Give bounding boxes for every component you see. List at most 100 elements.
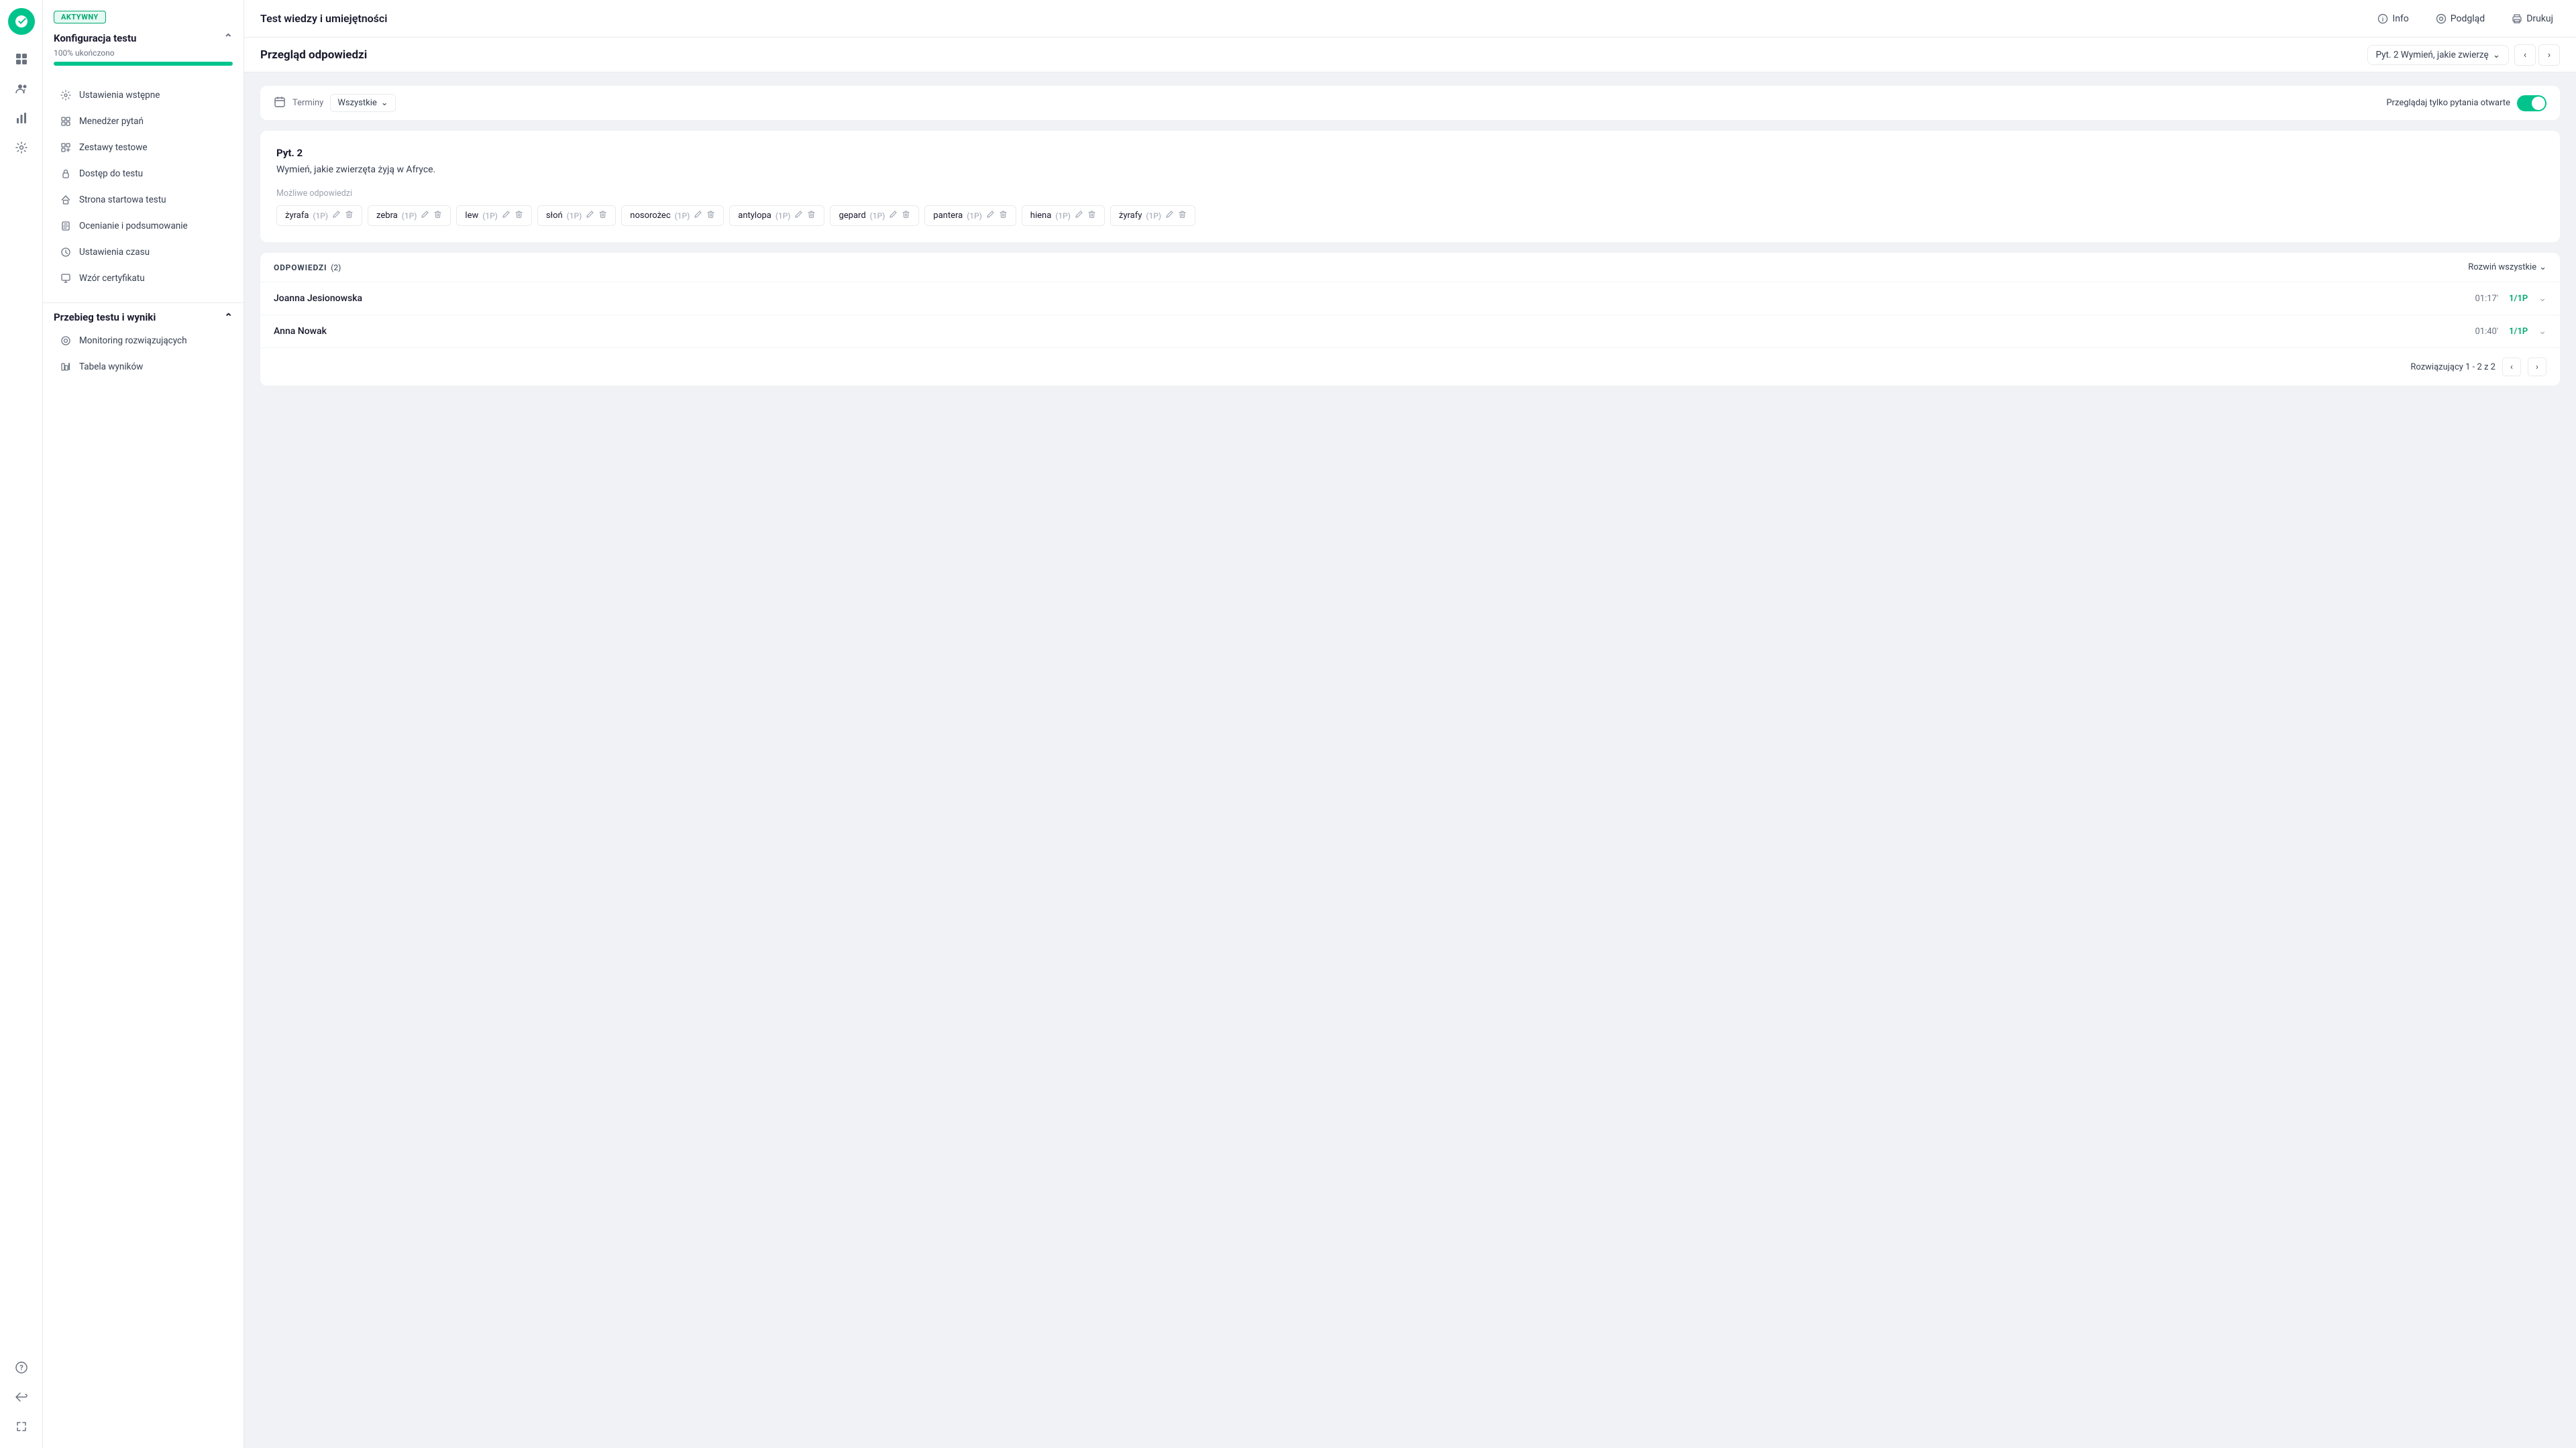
answer-chip: antylopa (1P) xyxy=(729,205,824,226)
grid-icon-btn[interactable] xyxy=(8,46,35,72)
delete-icon[interactable] xyxy=(807,210,816,221)
response-time: 01:17' xyxy=(2475,294,2498,304)
expand-all-label: Rozwiń wszystkie xyxy=(2468,262,2536,272)
filter-left: Terminy Wszystkie ⌄ xyxy=(274,94,396,112)
answer-points: (1P) xyxy=(775,211,791,221)
answer-points: (1P) xyxy=(1055,211,1071,221)
answer-points: (1P) xyxy=(402,211,417,221)
pagination-next-button[interactable]: › xyxy=(2528,357,2546,376)
question-nav-bar: Przegląd odpowiedzi Pyt. 2 Wymień, jakie… xyxy=(244,38,2576,72)
delete-icon[interactable] xyxy=(515,210,523,221)
expand-all-button[interactable]: Rozwiń wszystkie ⌄ xyxy=(2468,262,2546,272)
menedzer-icon xyxy=(59,115,72,128)
next-question-button[interactable]: › xyxy=(2538,44,2560,66)
delete-icon[interactable] xyxy=(1178,210,1187,221)
edit-icon[interactable] xyxy=(794,210,803,221)
analytics-icon-btn[interactable] xyxy=(8,105,35,131)
edit-icon[interactable] xyxy=(1075,210,1083,221)
config-nav: Ustawienia wstępne Menedżer pytań xyxy=(43,82,244,292)
answer-text: zebra xyxy=(376,211,398,221)
response-name: Joanna Jesionowska xyxy=(274,293,362,304)
progress-bar xyxy=(54,62,233,66)
header-actions: i Info Podgląd Drukuj xyxy=(2371,9,2560,28)
settings-icon-btn[interactable] xyxy=(8,134,35,161)
answer-chip: żyrafy (1P) xyxy=(1110,205,1195,226)
answer-text: żyrafa xyxy=(285,211,309,221)
edit-icon[interactable] xyxy=(502,210,511,221)
preview-button[interactable]: Podgląd xyxy=(2429,9,2491,28)
edit-icon[interactable] xyxy=(889,210,898,221)
edit-icon[interactable] xyxy=(694,210,702,221)
sidebar-item-ustawienia-wstepne[interactable]: Ustawienia wstępne xyxy=(48,82,238,108)
sidebar-item-monitoring[interactable]: Monitoring rozwiązujących xyxy=(48,328,238,353)
users-icon-btn[interactable] xyxy=(8,75,35,102)
question-dropdown[interactable]: Pyt. 2 Wymień, jakie zwierzę ⌄ xyxy=(2367,45,2510,65)
answer-points: (1P) xyxy=(870,211,885,221)
answer-chip: gepard (1P) xyxy=(830,205,919,226)
sidebar-item-certyfikat[interactable]: Wzór certyfikatu xyxy=(48,266,238,291)
sidebar-item-czas[interactable]: Ustawienia czasu xyxy=(48,239,238,265)
help-icon-btn[interactable]: ? xyxy=(8,1354,35,1381)
response-meta: 01:40' 1/1P ⌄ xyxy=(2475,326,2546,337)
sidebar-item-dostep[interactable]: Dostęp do testu xyxy=(48,161,238,186)
sidebar-item-ocenianie[interactable]: Ocenianie i podsumowanie xyxy=(48,213,238,239)
answer-points: (1P) xyxy=(675,211,690,221)
info-button[interactable]: i Info xyxy=(2371,9,2415,28)
results-chevron[interactable]: ⌃ xyxy=(224,311,233,323)
edit-icon[interactable] xyxy=(1165,210,1174,221)
question-dropdown-label: Pyt. 2 Wymień, jakie zwierzę xyxy=(2376,50,2489,60)
question-dropdown-chevron: ⌄ xyxy=(2493,50,2500,60)
filter-dropdown[interactable]: Wszystkie ⌄ xyxy=(330,94,395,112)
icon-bar: ? xyxy=(0,0,43,1448)
edit-icon[interactable] xyxy=(586,210,594,221)
edit-icon[interactable] xyxy=(986,210,995,221)
delete-icon[interactable] xyxy=(706,210,715,221)
results-section: Przebieg testu i wyniki ⌃ Monitoring roz… xyxy=(43,302,244,380)
config-chevron[interactable]: ⌃ xyxy=(224,32,233,44)
answer-points: (1P) xyxy=(313,211,328,221)
delete-icon[interactable] xyxy=(433,210,442,221)
response-score: 1/1P xyxy=(2509,327,2528,337)
response-row[interactable]: Anna Nowak 01:40' 1/1P ⌄ xyxy=(260,315,2560,347)
sidebar-item-zestawy-testowe[interactable]: Zestawy testowe xyxy=(48,135,238,160)
back-icon-btn[interactable] xyxy=(8,1384,35,1410)
edit-icon[interactable] xyxy=(332,210,341,221)
row-chevron-icon: ⌄ xyxy=(2538,326,2546,337)
nav-label-monitoring: Monitoring rozwiązujących xyxy=(79,335,187,346)
response-time: 01:40' xyxy=(2475,327,2498,337)
prev-question-button[interactable]: ‹ xyxy=(2514,44,2536,66)
sidebar-item-strona-startowa[interactable]: Strona startowa testu xyxy=(48,187,238,213)
answer-text: lew xyxy=(465,211,478,221)
delete-icon[interactable] xyxy=(902,210,910,221)
possible-answers-label: Możliwe odpowiedzi xyxy=(276,188,2544,199)
response-score: 1/1P xyxy=(2509,294,2528,304)
answer-points: (1P) xyxy=(967,211,982,221)
dostep-icon xyxy=(59,167,72,180)
app-title: Test wiedzy i umiejętności xyxy=(260,12,387,25)
pagination-prev-button[interactable]: ‹ xyxy=(2502,357,2521,376)
edit-icon[interactable] xyxy=(421,210,429,221)
delete-icon[interactable] xyxy=(345,210,354,221)
sidebar: AKTYWNY Konfiguracja testu ⌃ 100% ukończ… xyxy=(43,0,244,1448)
pagination-row: Rozwiązujący 1 - 2 z 2 ‹ › xyxy=(260,347,2560,386)
sidebar-item-tabela-wynikow[interactable]: Tabela wyników xyxy=(48,354,238,380)
expand-icon-btn[interactable] xyxy=(8,1413,35,1440)
filter-right: Przeglądaj tylko pytania otwarte xyxy=(2386,95,2546,111)
settings-initial-icon xyxy=(59,89,72,102)
delete-icon[interactable] xyxy=(999,210,1008,221)
print-button[interactable]: Drukuj xyxy=(2505,9,2560,28)
delete-icon[interactable] xyxy=(1087,210,1096,221)
delete-icon[interactable] xyxy=(598,210,607,221)
response-row[interactable]: Joanna Jesionowska 01:17' 1/1P ⌄ xyxy=(260,282,2560,315)
nav-label-dostep: Dostęp do testu xyxy=(79,168,143,179)
svg-text:i: i xyxy=(2382,17,2383,23)
responses-list: Joanna Jesionowska 01:17' 1/1P ⌄ Anna No… xyxy=(260,282,2560,347)
answer-text: antylopa xyxy=(738,211,771,221)
main-area: Test wiedzy i umiejętności i Info Podglą… xyxy=(244,0,2576,1448)
nav-label-ocenianie: Ocenianie i podsumowanie xyxy=(79,221,188,231)
open-questions-toggle[interactable] xyxy=(2517,95,2546,111)
answer-chip: hiena (1P) xyxy=(1022,205,1105,226)
responses-header: ODPOWIEDZI (2) Rozwiń wszystkie ⌄ xyxy=(260,253,2560,282)
sidebar-item-menedzer-pytan[interactable]: Menedżer pytań xyxy=(48,109,238,134)
filter-bar: Terminy Wszystkie ⌄ Przeglądaj tylko pyt… xyxy=(260,86,2560,120)
